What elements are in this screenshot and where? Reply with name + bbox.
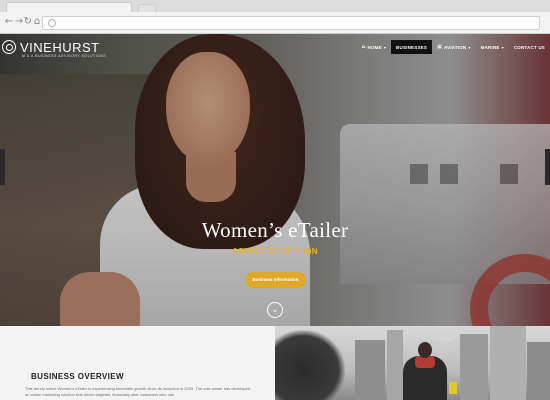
nav-item-home[interactable]: ⌂ HOME ▾ bbox=[357, 40, 391, 54]
hero-price: ASKING $19 MILLION bbox=[232, 247, 318, 256]
site-logo[interactable]: VINEHURST M & A BUSINESS ADVISORY SOLUTI… bbox=[2, 36, 106, 58]
slider-next-tab[interactable] bbox=[545, 149, 550, 185]
browser-tab[interactable] bbox=[6, 2, 132, 12]
business-information-button[interactable]: Business Information bbox=[245, 272, 306, 288]
tab-strip bbox=[0, 0, 550, 12]
nav-item-label: AVIATION bbox=[444, 44, 467, 50]
overview-photo bbox=[275, 326, 550, 400]
home-icon: ⌂ bbox=[361, 44, 366, 50]
nav-item-businesses[interactable]: BUSINESSES bbox=[391, 40, 433, 54]
nav-item-label: HOME bbox=[367, 44, 382, 50]
tree bbox=[275, 330, 345, 400]
slider-prev-tab[interactable] bbox=[0, 149, 5, 185]
chevron-down-icon: ▾ bbox=[501, 44, 504, 50]
nav-item-label: CONTACT US bbox=[513, 44, 545, 50]
photo-person-head bbox=[418, 342, 432, 358]
nav-item-label: MARINE bbox=[480, 44, 500, 50]
nav-item-contact[interactable]: CONTACT US bbox=[509, 40, 550, 54]
building bbox=[387, 330, 403, 400]
nav-item-marine[interactable]: MARINE ▾ bbox=[476, 40, 509, 54]
building bbox=[490, 326, 526, 400]
business-overview-section: BUSINESS OVERVIEW This trendy online Wom… bbox=[0, 326, 275, 400]
building bbox=[527, 342, 550, 400]
main-nav: ⌂ HOME ▾ BUSINESSES ▦ AVIATION ▾ MARINE … bbox=[357, 40, 550, 54]
building bbox=[355, 340, 385, 400]
logo-mark-icon bbox=[2, 40, 16, 54]
shopping-bag bbox=[449, 382, 457, 394]
overview-text: This trendy online Women’s eTailer is ex… bbox=[25, 386, 250, 397]
browser-chrome: ← → ↻ ⌂ bbox=[0, 0, 550, 34]
photo-sign bbox=[433, 337, 453, 341]
nav-item-label: BUSINESSES bbox=[396, 44, 428, 50]
chevron-down-icon: ▾ bbox=[468, 44, 471, 50]
hero-title: Women’s eTailer bbox=[201, 218, 349, 242]
logo-tagline: M & A BUSINESS ADVISORY SOLUTIONS bbox=[22, 54, 107, 58]
chevron-down-icon[interactable]: ⌄ bbox=[267, 302, 283, 318]
building bbox=[460, 334, 488, 400]
chevron-down-icon: ▾ bbox=[383, 44, 387, 50]
nav-item-aviation[interactable]: ▦ AVIATION ▾ bbox=[432, 40, 476, 54]
search-icon bbox=[48, 19, 56, 27]
overview-title: BUSINESS OVERVIEW bbox=[31, 372, 124, 381]
logo-text: VINEHURST bbox=[20, 39, 100, 55]
browser-toolbar: ← → ↻ ⌂ bbox=[0, 12, 550, 34]
grid-icon: ▦ bbox=[437, 44, 442, 50]
address-bar[interactable] bbox=[42, 16, 540, 30]
new-tab-button[interactable] bbox=[138, 4, 156, 12]
